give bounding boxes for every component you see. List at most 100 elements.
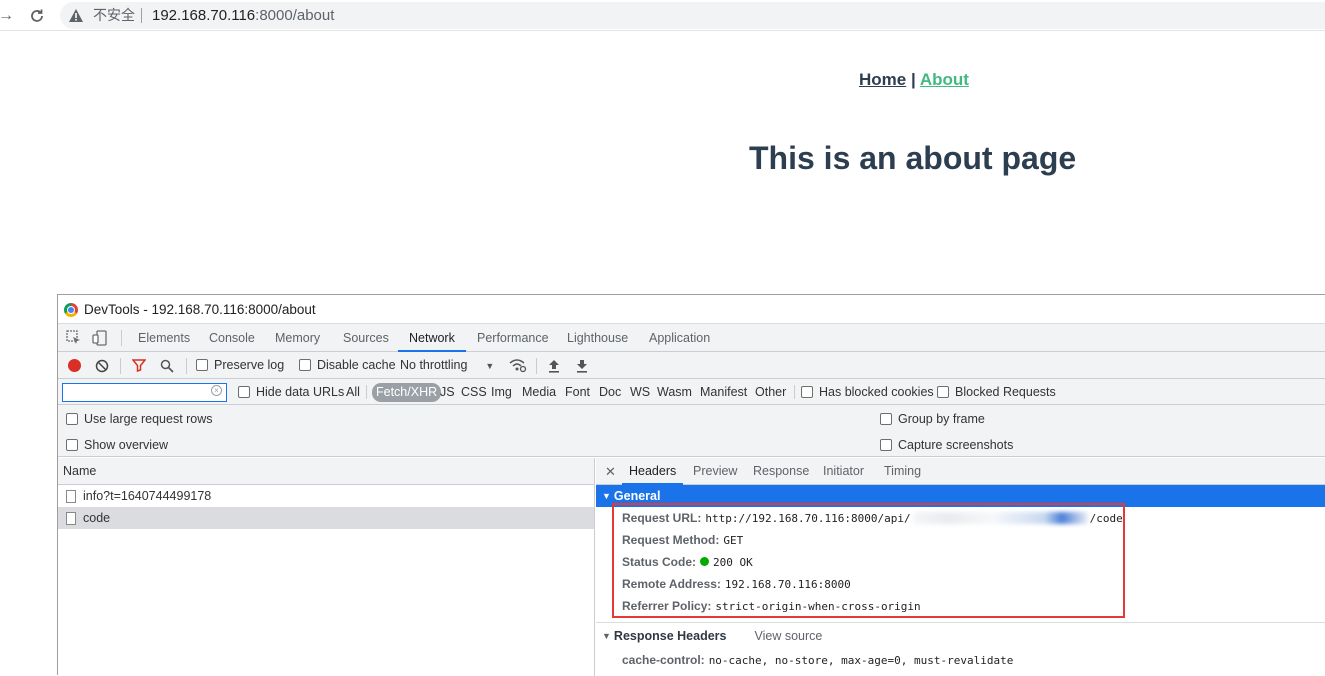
tab-application[interactable]: Application xyxy=(649,324,710,352)
checkbox-icon[interactable] xyxy=(801,386,813,398)
request-list: Name info?t=1640744499178 code xyxy=(58,458,595,676)
reload-icon[interactable] xyxy=(27,6,47,26)
tab-network[interactable]: Network xyxy=(398,324,466,352)
checkbox-icon[interactable] xyxy=(880,413,892,425)
general-title: General xyxy=(613,489,661,503)
triangle-down-icon: ▼ xyxy=(602,491,611,501)
checkbox-icon[interactable] xyxy=(66,413,78,425)
tab-preview[interactable]: Preview xyxy=(693,458,737,485)
hide-data-urls-label: Hide data URLs xyxy=(256,385,345,399)
disable-cache-checkbox[interactable]: Disable cache xyxy=(299,352,396,379)
nav-separator: | xyxy=(910,70,916,89)
network-body: Name info?t=1640744499178 code ✕ Headers… xyxy=(58,458,1325,676)
has-blocked-cookies-checkbox[interactable]: Has blocked cookies xyxy=(801,379,934,405)
request-row[interactable]: info?t=1640744499178 xyxy=(58,485,594,507)
filter-divider xyxy=(366,385,367,399)
filter-type-img[interactable]: Img xyxy=(491,379,512,405)
checkbox-icon[interactable] xyxy=(238,386,250,398)
devtools-panel-tabs: Elements Console Memory Sources Network … xyxy=(58,324,1325,352)
checkbox-icon[interactable] xyxy=(66,439,78,451)
large-rows-checkbox[interactable]: Use large request rows xyxy=(66,412,213,426)
highlight-annotation-box xyxy=(612,503,1125,618)
tab-timing[interactable]: Timing xyxy=(884,458,921,485)
device-toolbar-icon[interactable] xyxy=(92,330,108,346)
devtools-titlebar: DevTools - 192.168.70.116:8000/about xyxy=(58,295,1325,324)
search-icon[interactable] xyxy=(160,359,174,373)
filter-type-css[interactable]: CSS xyxy=(461,379,487,405)
filter-type-doc[interactable]: Doc xyxy=(599,379,621,405)
about-link[interactable]: About xyxy=(920,70,969,89)
preserve-log-checkbox[interactable]: Preserve log xyxy=(196,352,284,379)
preserve-log-label: Preserve log xyxy=(214,358,285,372)
filter-icon[interactable] xyxy=(132,359,146,372)
browser-toolbar: → 不安全 192.168.70.116:8000/about xyxy=(0,0,1325,31)
address-bar[interactable]: 不安全 192.168.70.116:8000/about xyxy=(60,2,1325,29)
filter-input[interactable] xyxy=(62,383,227,402)
cache-control-row: cache-control: no-cache, no-store, max-ag… xyxy=(596,649,1325,671)
capture-screenshots-label: Capture screenshots xyxy=(898,438,1014,452)
checkbox-icon[interactable] xyxy=(196,359,208,371)
tab-lighthouse[interactable]: Lighthouse xyxy=(567,324,628,352)
filter-type-media[interactable]: Media xyxy=(522,379,556,405)
filter-divider xyxy=(794,385,795,399)
tab-console[interactable]: Console xyxy=(209,324,255,352)
blocked-requests-checkbox[interactable]: Blocked Requests xyxy=(937,379,1056,405)
has-blocked-cookies-label: Has blocked cookies xyxy=(819,385,934,399)
network-settings: Use large request rows Show overview Gro… xyxy=(58,405,1325,457)
clear-icon[interactable] xyxy=(95,359,109,373)
filter-type-wasm[interactable]: Wasm xyxy=(657,379,692,405)
checkbox-icon[interactable] xyxy=(937,386,949,398)
filter-type-font[interactable]: Font xyxy=(565,379,590,405)
disable-cache-label: Disable cache xyxy=(317,358,396,372)
triangle-down-icon: ▼ xyxy=(602,631,611,641)
back-arrow-icon[interactable]: → xyxy=(0,6,16,26)
page-title: This is an about page xyxy=(749,140,1077,176)
view-source-link[interactable]: View source xyxy=(754,629,822,643)
clear-filter-icon[interactable]: × xyxy=(211,385,222,396)
tab-elements[interactable]: Elements xyxy=(138,324,190,352)
capture-screenshots-checkbox[interactable]: Capture screenshots xyxy=(880,438,1013,452)
export-har-icon[interactable] xyxy=(576,359,588,373)
request-name: code xyxy=(83,511,111,525)
toolbar-divider xyxy=(536,358,537,374)
devtools-window: DevTools - 192.168.70.116:8000/about Ele… xyxy=(57,294,1325,676)
url-text[interactable]: 192.168.70.116:8000/about xyxy=(152,2,334,29)
show-overview-checkbox[interactable]: Show overview xyxy=(66,438,168,452)
inspect-element-icon[interactable] xyxy=(66,330,82,346)
tab-memory[interactable]: Memory xyxy=(275,324,320,352)
filter-type-other[interactable]: Other xyxy=(755,379,786,405)
network-conditions-icon[interactable] xyxy=(509,358,527,373)
large-rows-label: Use large request rows xyxy=(84,412,213,426)
filter-type-ws[interactable]: WS xyxy=(630,379,650,405)
throttling-select[interactable]: No throttling ▼ xyxy=(400,352,494,379)
filter-type-js[interactable]: JS xyxy=(440,379,455,405)
filter-type-all[interactable]: All xyxy=(346,379,360,405)
header-value: no-cache, no-store, max-age=0, must-reva… xyxy=(708,654,1014,667)
network-toolbar: Preserve log Disable cache No throttling… xyxy=(58,352,1325,379)
security-status-label[interactable]: 不安全 xyxy=(93,2,135,29)
close-icon[interactable]: ✕ xyxy=(605,458,616,485)
url-divider xyxy=(141,8,142,23)
toolbar-divider xyxy=(121,330,122,346)
tab-performance[interactable]: Performance xyxy=(477,324,549,352)
warning-icon[interactable] xyxy=(69,9,83,22)
group-by-frame-label: Group by frame xyxy=(898,412,985,426)
checkbox-icon[interactable] xyxy=(299,359,311,371)
name-column-header[interactable]: Name xyxy=(58,458,594,485)
checkbox-icon[interactable] xyxy=(880,439,892,451)
record-icon[interactable] xyxy=(68,359,81,372)
hide-data-urls-checkbox[interactable]: Hide data URLs xyxy=(238,379,344,405)
tab-initiator[interactable]: Initiator xyxy=(823,458,864,485)
tab-headers[interactable]: Headers xyxy=(622,458,684,485)
tab-sources[interactable]: Sources xyxy=(343,324,389,352)
filter-type-manifest[interactable]: Manifest xyxy=(700,379,747,405)
import-har-icon[interactable] xyxy=(548,359,560,373)
request-details: ✕ Headers Preview Response Initiator Tim… xyxy=(596,458,1325,676)
filter-type-fetch-xhr[interactable]: Fetch/XHR xyxy=(372,383,442,402)
tab-response[interactable]: Response xyxy=(753,458,809,485)
response-headers-section-header[interactable]: ▼ Response Headers View source xyxy=(596,623,1325,649)
home-link[interactable]: Home xyxy=(859,70,906,89)
group-by-frame-checkbox[interactable]: Group by frame xyxy=(880,412,985,426)
request-row[interactable]: code xyxy=(58,507,594,529)
page-nav: Home | About xyxy=(859,70,969,90)
